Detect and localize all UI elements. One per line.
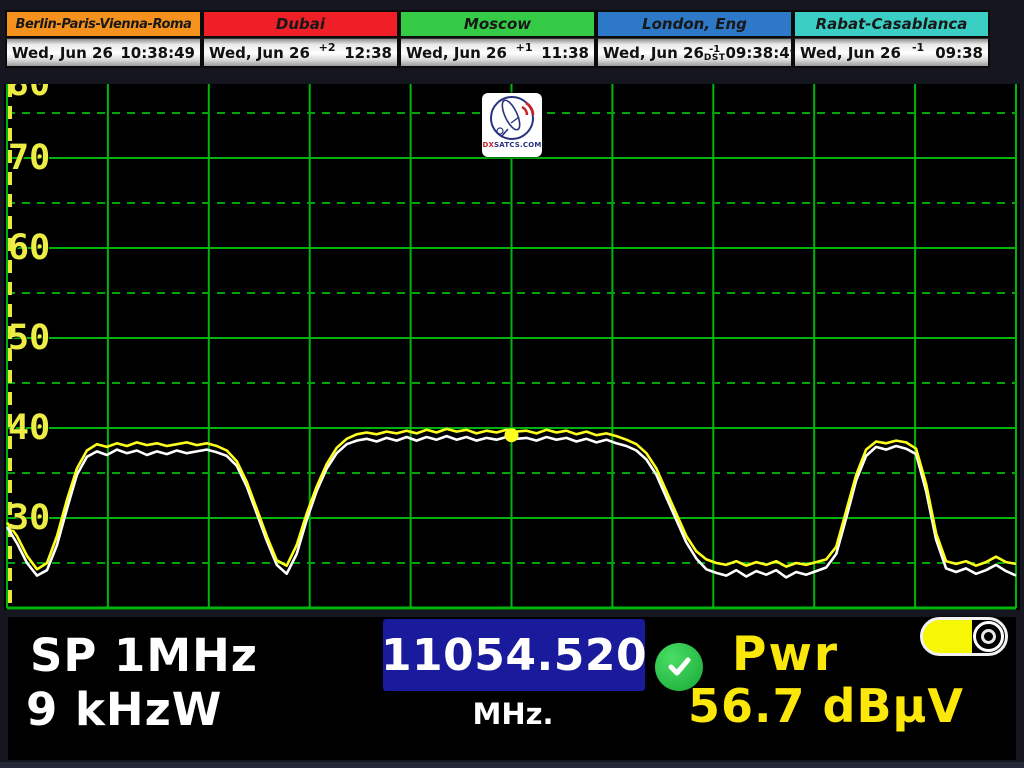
bottom-strip — [0, 762, 1024, 768]
datetime-dubai: Wed, Jun 26 +2 12:38 — [202, 38, 399, 68]
datetime-london: Wed, Jun 26 -1 DST 09:38:49 — [596, 38, 793, 68]
power-toggle[interactable] — [920, 617, 1008, 656]
time-text: 11:38 — [541, 44, 589, 62]
dxsatcs-logo: DXSATCS.COM — [482, 93, 542, 157]
spectrum-chart: 80 70 60 50 40 30 — [4, 84, 1020, 610]
power-label: Pwr — [732, 627, 839, 682]
y-axis-label: 80 — [8, 84, 78, 104]
utc-offset: +2 — [310, 41, 344, 54]
satellite-dish-icon — [484, 93, 540, 145]
clock-column-london: London, Eng Wed, Jun 26 -1 DST 09:38:49 — [596, 10, 793, 68]
logo-text-satcs: SATCS.COM — [494, 141, 542, 149]
y-axis-label: 50 — [8, 318, 78, 358]
toggle-knob — [973, 621, 1004, 652]
time-text: 10:38:49 — [120, 44, 195, 62]
dst-label: DST — [704, 54, 726, 62]
clock-column-berlin: Berlin-Paris-Vienna-Roma Wed, Jun 26 10:… — [5, 10, 202, 68]
tab-moscow[interactable]: Moscow — [399, 10, 596, 38]
time-text: 09:38:49 — [725, 44, 800, 62]
tab-rabat-casablanca[interactable]: Rabat-Casablanca — [793, 10, 990, 38]
tab-dubai[interactable]: Dubai — [202, 10, 399, 38]
datetime-rabat: Wed, Jun 26 -1 09:38 — [793, 38, 990, 68]
y-axis-label: 30 — [8, 498, 78, 538]
utc-offset: -1 — [901, 41, 935, 54]
date-text: Wed, Jun 26 — [800, 44, 901, 62]
logo-text-dx: DX — [482, 141, 494, 149]
time-text: 09:38 — [935, 44, 983, 62]
tab-berlin-paris-vienna-roma[interactable]: Berlin-Paris-Vienna-Roma — [5, 10, 202, 38]
y-axis-label: 60 — [8, 228, 78, 268]
time-text: 12:38 — [344, 44, 392, 62]
frequency-display[interactable]: 11054.520 — [383, 619, 645, 691]
y-axis-label: 40 — [8, 408, 78, 448]
tab-london-eng[interactable]: London, Eng — [596, 10, 793, 38]
rbw-setting: 9 kHzW — [26, 683, 222, 736]
clock-column-moscow: Moscow Wed, Jun 26 +1 11:38 — [399, 10, 596, 68]
datetime-moscow: Wed, Jun 26 +1 11:38 — [399, 38, 596, 68]
frequency-unit: MHz. — [453, 697, 573, 731]
dst-offset: -1 DST — [704, 38, 726, 58]
date-text: Wed, Jun 26 — [12, 44, 113, 62]
date-text: Wed, Jun 26 — [603, 44, 704, 62]
power-value: 56.7 dBµV — [688, 679, 964, 733]
clock-column-rabat: Rabat-Casablanca Wed, Jun 26 -1 09:38 — [793, 10, 990, 68]
y-axis-label: 70 — [8, 138, 78, 178]
span-setting: SP 1MHz — [30, 629, 258, 682]
utc-offset: +1 — [507, 41, 541, 54]
marker-dot[interactable] — [505, 428, 519, 442]
date-text: Wed, Jun 26 — [209, 44, 310, 62]
readout-panel: SP 1MHz 9 kHzW 11054.520 MHz. Pwr 56.7 d… — [8, 617, 1016, 760]
spectrum-plot — [4, 84, 1020, 610]
frequency-value: 11054.520 — [381, 630, 647, 681]
logo-text: DXSATCS.COM — [482, 141, 541, 149]
clock-column-dubai: Dubai Wed, Jun 26 +2 12:38 — [202, 10, 399, 68]
date-text: Wed, Jun 26 — [406, 44, 507, 62]
datetime-berlin: Wed, Jun 26 10:38:49 — [5, 38, 202, 68]
